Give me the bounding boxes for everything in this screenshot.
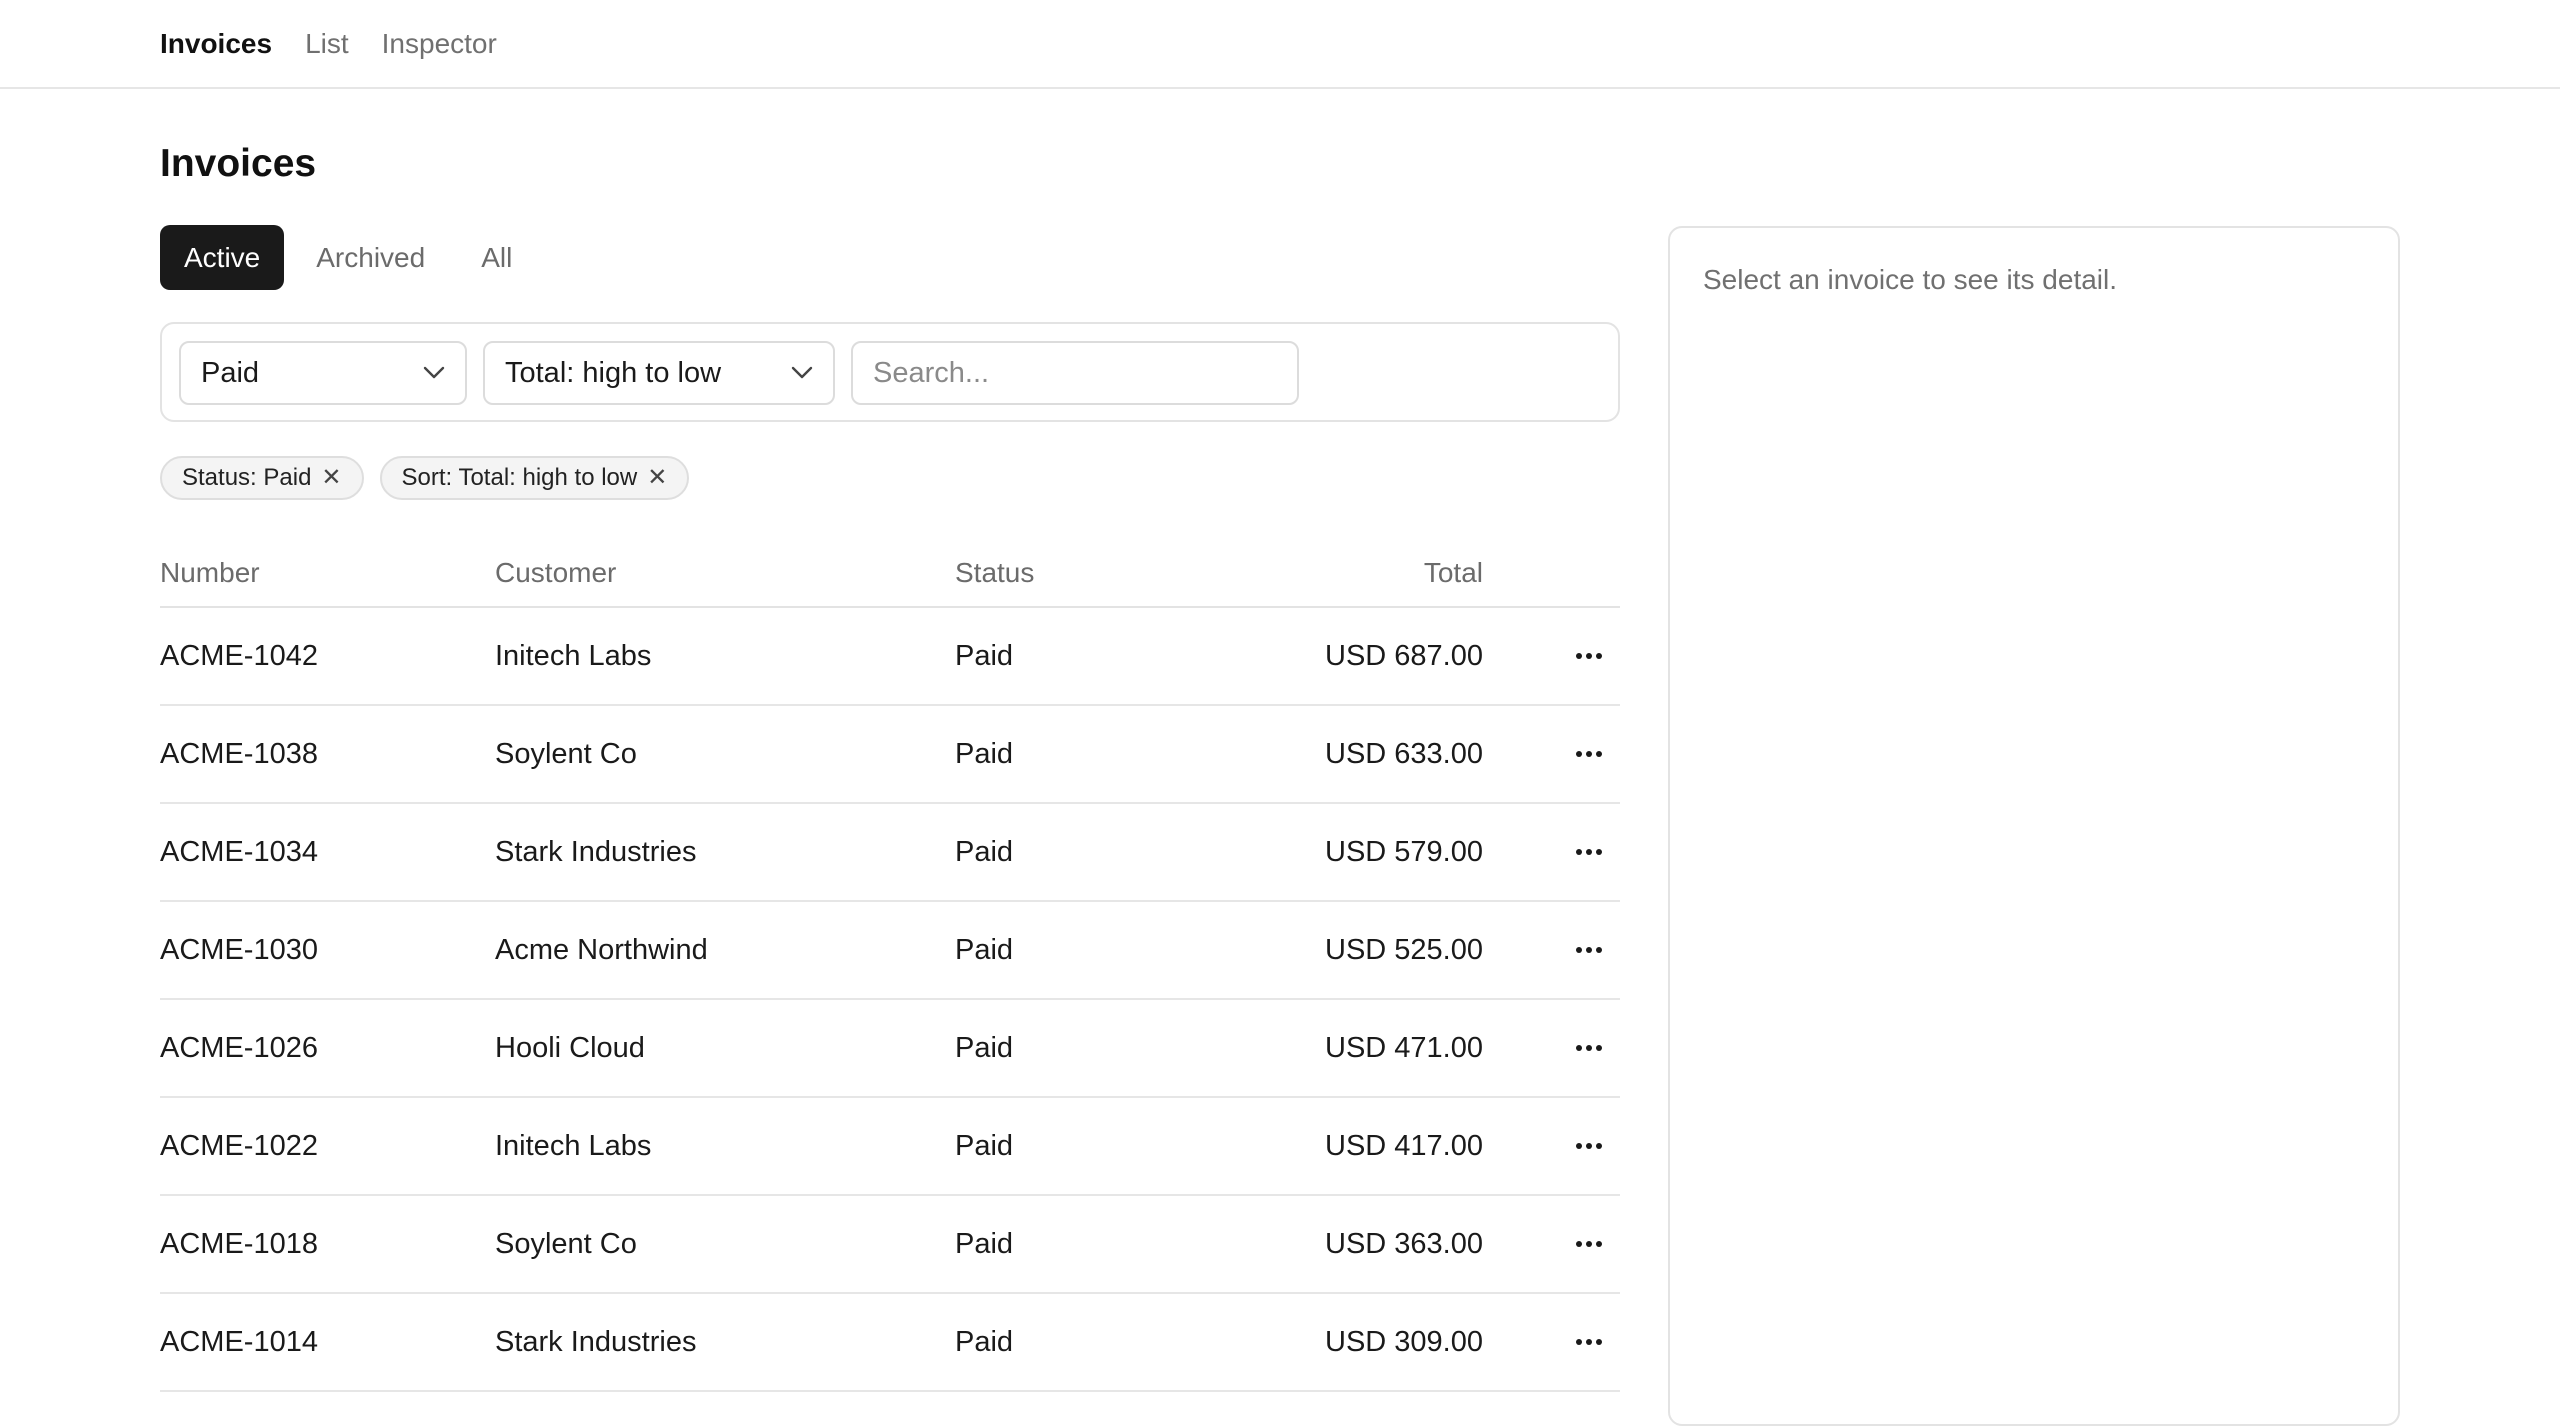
more-horizontal-icon[interactable]	[1576, 653, 1602, 659]
tab-archived[interactable]: Archived	[292, 225, 449, 290]
cell-customer: Initech Labs	[495, 1129, 652, 1162]
cell-customer: Hooli Cloud	[495, 1031, 645, 1064]
cell-status: Paid	[955, 835, 1014, 868]
cell-status: Paid	[955, 1325, 1014, 1358]
more-horizontal-icon[interactable]	[1576, 1045, 1602, 1051]
cell-total: USD 417.00	[1325, 1129, 1483, 1162]
chip-label: Status: Paid	[182, 464, 312, 491]
nav-item-list[interactable]: List	[305, 28, 349, 60]
top-nav: Invoices List Inspector	[0, 0, 2560, 89]
cell-status: Paid	[955, 737, 1014, 770]
inspector-empty-text: Select an invoice to see its detail.	[1703, 264, 2118, 295]
table-row[interactable]: ACME-1030 Acme Northwind Paid USD 525.00	[160, 902, 1620, 1000]
cell-number: ACME-1014	[160, 1325, 318, 1358]
page-title: Invoices	[160, 142, 317, 185]
more-horizontal-icon[interactable]	[1576, 1339, 1602, 1345]
table-row[interactable]: ACME-1042 Initech Labs Paid USD 687.00	[160, 608, 1620, 706]
close-icon[interactable]: ✕	[647, 466, 667, 490]
table-row[interactable]: ACME-1018 Soylent Co Paid USD 363.00	[160, 1196, 1620, 1294]
tab-bar: Active Archived All	[160, 225, 536, 290]
cell-customer: Stark Industries	[495, 835, 697, 868]
tab-all[interactable]: All	[457, 225, 536, 290]
chip-label: Sort: Total: high to low	[401, 464, 638, 491]
cell-total: USD 309.00	[1325, 1325, 1483, 1358]
cell-total: USD 525.00	[1325, 933, 1483, 966]
close-icon[interactable]: ✕	[321, 466, 341, 490]
cell-total: USD 687.00	[1325, 639, 1483, 672]
cell-number: ACME-1018	[160, 1227, 318, 1260]
cell-number: ACME-1042	[160, 639, 318, 672]
cell-total: USD 633.00	[1325, 737, 1483, 770]
more-horizontal-icon[interactable]	[1576, 947, 1602, 953]
table-row[interactable]: ACME-1014 Stark Industries Paid USD 309.…	[160, 1294, 1620, 1392]
chip-status: Status: Paid ✕	[160, 456, 364, 500]
filter-bar: Paid Total: high to low	[160, 322, 1620, 422]
cell-number: ACME-1026	[160, 1031, 318, 1064]
chevron-down-icon	[423, 366, 445, 379]
header-total[interactable]: Total	[1155, 557, 1483, 589]
more-horizontal-icon[interactable]	[1576, 849, 1602, 855]
invoices-table: Number Customer Status Total ACME-1042 I…	[160, 540, 1620, 1392]
active-filter-chips: Status: Paid ✕ Sort: Total: high to low …	[160, 456, 690, 500]
cell-status: Paid	[955, 639, 1014, 672]
table-row[interactable]: ACME-1022 Initech Labs Paid USD 417.00	[160, 1098, 1620, 1196]
cell-customer: Soylent Co	[495, 1227, 637, 1260]
status-filter-select[interactable]: Paid	[179, 341, 467, 405]
cell-customer: Acme Northwind	[495, 933, 708, 966]
cell-number: ACME-1022	[160, 1129, 318, 1162]
cell-customer: Soylent Co	[495, 737, 637, 770]
header-status[interactable]: Status	[955, 557, 1155, 589]
status-filter-value: Paid	[201, 356, 260, 389]
cell-customer: Initech Labs	[495, 639, 652, 672]
cell-number: ACME-1030	[160, 933, 318, 966]
cell-number: ACME-1038	[160, 737, 318, 770]
header-number[interactable]: Number	[160, 557, 495, 589]
cell-status: Paid	[955, 933, 1014, 966]
search-input[interactable]	[851, 341, 1299, 405]
cell-status: Paid	[955, 1129, 1014, 1162]
table-row[interactable]: ACME-1026 Hooli Cloud Paid USD 471.00	[160, 1000, 1620, 1098]
cell-customer: Stark Industries	[495, 1325, 697, 1358]
cell-status: Paid	[955, 1227, 1014, 1260]
more-horizontal-icon[interactable]	[1576, 751, 1602, 757]
cell-number: ACME-1034	[160, 835, 318, 868]
more-horizontal-icon[interactable]	[1576, 1143, 1602, 1149]
more-horizontal-icon[interactable]	[1576, 1241, 1602, 1247]
header-customer[interactable]: Customer	[495, 557, 955, 589]
sort-value: Total: high to low	[505, 356, 722, 389]
inspector-panel: Select an invoice to see its detail.	[1668, 226, 2400, 1426]
cell-status: Paid	[955, 1031, 1014, 1064]
sort-select[interactable]: Total: high to low	[483, 341, 835, 405]
cell-total: USD 471.00	[1325, 1031, 1483, 1064]
cell-total: USD 579.00	[1325, 835, 1483, 868]
table-header: Number Customer Status Total	[160, 540, 1620, 608]
tab-active[interactable]: Active	[160, 225, 285, 290]
table-row[interactable]: ACME-1038 Soylent Co Paid USD 633.00	[160, 706, 1620, 804]
chevron-down-icon	[791, 366, 813, 379]
chip-sort: Sort: Total: high to low ✕	[379, 456, 690, 500]
cell-total: USD 363.00	[1325, 1227, 1483, 1260]
nav-item-invoices[interactable]: Invoices	[160, 28, 272, 60]
nav-item-inspector[interactable]: Inspector	[382, 28, 497, 60]
table-row[interactable]: ACME-1034 Stark Industries Paid USD 579.…	[160, 804, 1620, 902]
